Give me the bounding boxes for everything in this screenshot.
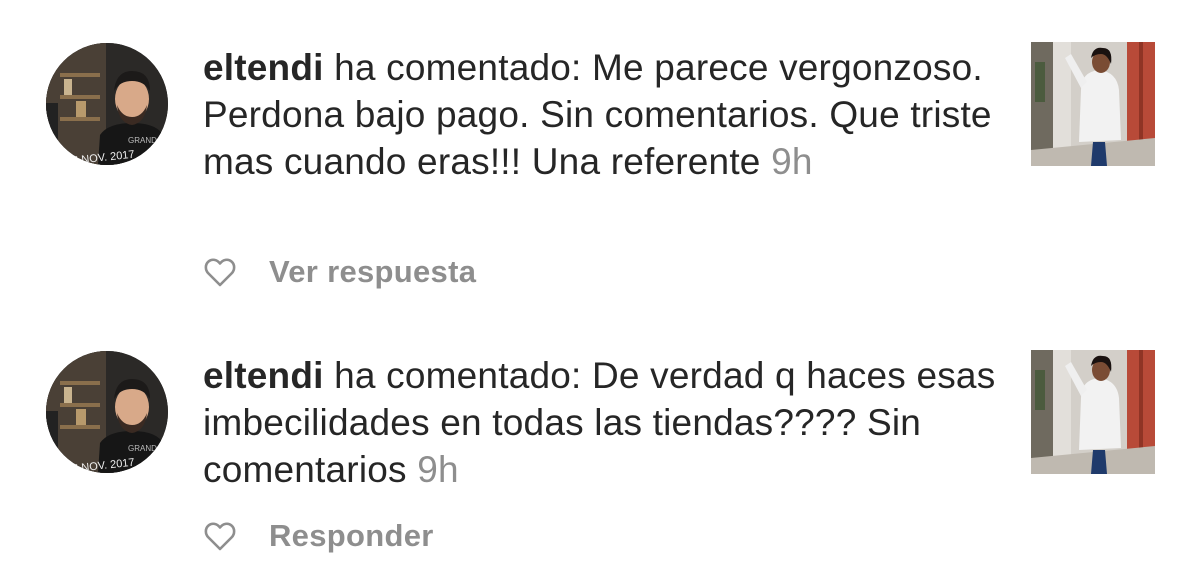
heart-outline-icon[interactable] <box>203 255 237 289</box>
post-thumbnail[interactable] <box>1031 350 1155 474</box>
avatar[interactable]: GRAND 5 NOV. 2017 <box>46 43 168 165</box>
shirt-text: GRAND <box>128 444 157 453</box>
comment-verb: ha comentado: <box>323 47 592 88</box>
comment-verb: ha comentado: <box>323 355 592 396</box>
comment-actions: Responder <box>203 516 434 556</box>
heart-outline-icon[interactable] <box>203 519 237 553</box>
shirt-text: GRAND <box>128 136 157 145</box>
username[interactable]: eltendi <box>203 47 324 88</box>
reply-button[interactable]: Responder <box>269 518 434 554</box>
comment-text: eltendi ha comentado: De verdad q haces … <box>203 352 1003 493</box>
post-thumbnail[interactable] <box>1031 42 1155 166</box>
comment-text: eltendi ha comentado: Me parece vergonzo… <box>203 44 1003 185</box>
view-reply-button[interactable]: Ver respuesta <box>269 254 476 290</box>
timestamp: 9h <box>771 141 813 182</box>
username[interactable]: eltendi <box>203 355 324 396</box>
timestamp: 9h <box>417 449 459 490</box>
comment-actions: Ver respuesta <box>203 252 476 292</box>
avatar[interactable]: GRAND 5 NOV. 2017 <box>46 351 168 473</box>
